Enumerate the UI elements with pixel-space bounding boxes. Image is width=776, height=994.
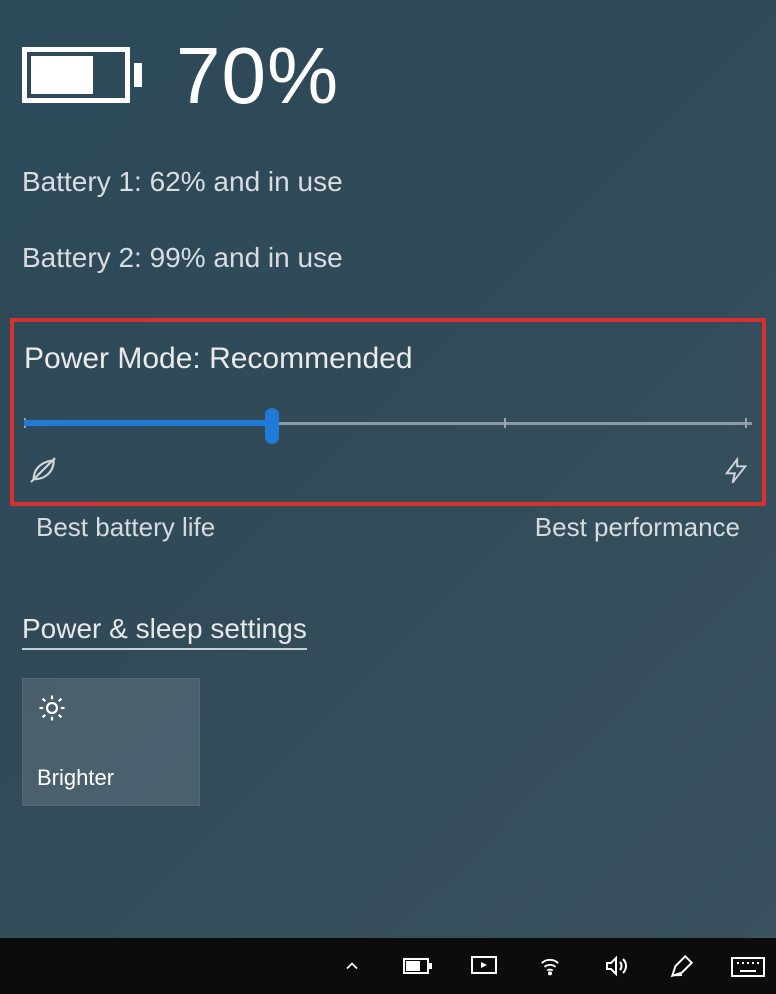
power-mode-slider[interactable] [24, 408, 752, 452]
battery-1-status: Battery 1: 62% and in use [22, 166, 754, 198]
best-battery-label: Best battery life [36, 512, 215, 543]
tray-wifi-icon[interactable] [530, 946, 570, 986]
bolt-icon [722, 454, 750, 488]
tray-battery-icon[interactable] [398, 946, 438, 986]
battery-percent: 70% [176, 30, 339, 122]
tray-pen-icon[interactable] [662, 946, 702, 986]
battery-header: 70% [22, 30, 754, 122]
tray-cast-icon[interactable] [464, 946, 504, 986]
slider-thumb[interactable] [265, 408, 279, 444]
tray-volume-icon[interactable] [596, 946, 636, 986]
taskbar [0, 938, 776, 994]
battery-flyout: 70% Battery 1: 62% and in use Battery 2:… [0, 0, 776, 806]
power-mode-label: Power Mode: Recommended [24, 342, 752, 376]
sun-icon [37, 693, 185, 723]
brightness-label: Brighter [37, 765, 185, 791]
power-mode-endpoints: Best battery life Best performance [22, 506, 754, 543]
power-sleep-settings-link[interactable]: Power & sleep settings [22, 613, 307, 650]
tray-keyboard-icon[interactable] [728, 946, 768, 986]
best-performance-label: Best performance [535, 512, 740, 543]
battery-2-status: Battery 2: 99% and in use [22, 242, 754, 274]
power-mode-highlight: Power Mode: Recommended [10, 318, 766, 506]
tray-chevron-up-icon[interactable] [332, 946, 372, 986]
brightness-tile[interactable]: Brighter [22, 678, 200, 806]
leaf-icon [26, 454, 60, 488]
battery-icon [22, 47, 142, 105]
